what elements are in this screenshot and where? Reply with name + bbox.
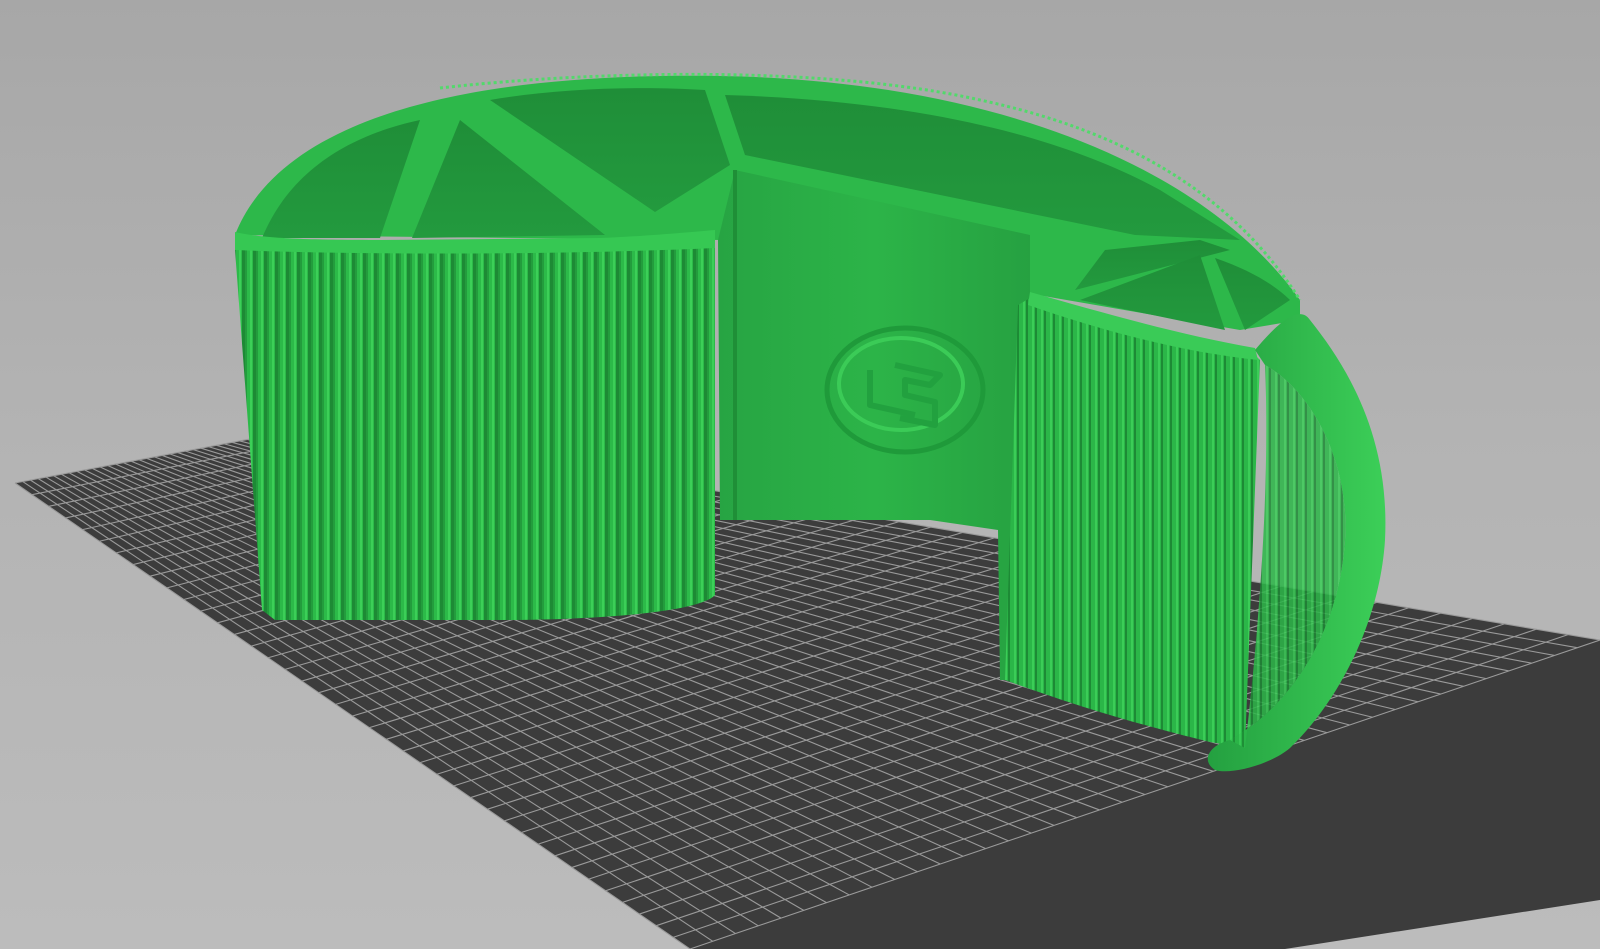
- scene-canvas[interactable]: [0, 0, 1600, 949]
- model-right-ribbed-block: [1005, 298, 1260, 748]
- model-left-ribbed-block: [235, 240, 715, 620]
- 3d-viewport[interactable]: [0, 0, 1600, 949]
